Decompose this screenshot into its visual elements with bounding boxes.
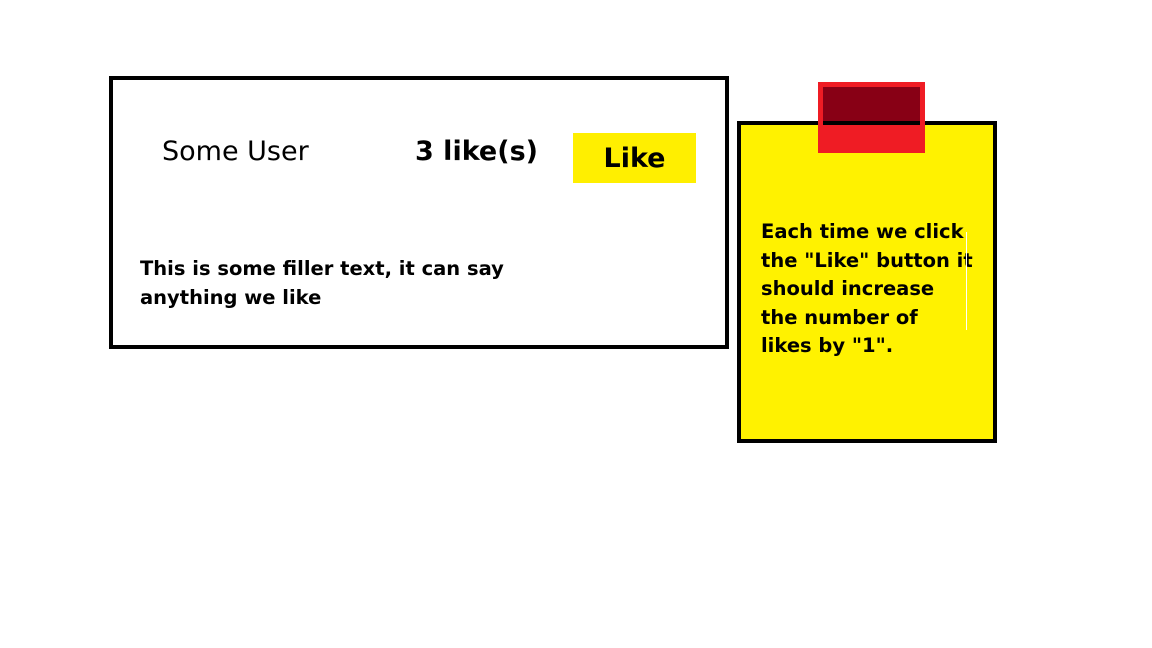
text-cursor-line [966,232,967,330]
post-card: Some User 3 like(s) Like This is some fi… [109,76,729,349]
sticky-note-tape [818,82,925,153]
post-body-text: This is some filler text, it can say any… [140,257,504,309]
like-button[interactable]: Like [573,133,696,183]
sticky-note: Each time we click the "Like" button it … [737,121,997,443]
like-count: 3 like(s) [415,136,538,167]
canvas: Some User 3 like(s) Like This is some fi… [0,0,1152,648]
sticky-note-text: Each time we click the "Like" button it … [761,220,973,357]
user-name: Some User [162,136,309,167]
tape-inner [823,87,920,125]
